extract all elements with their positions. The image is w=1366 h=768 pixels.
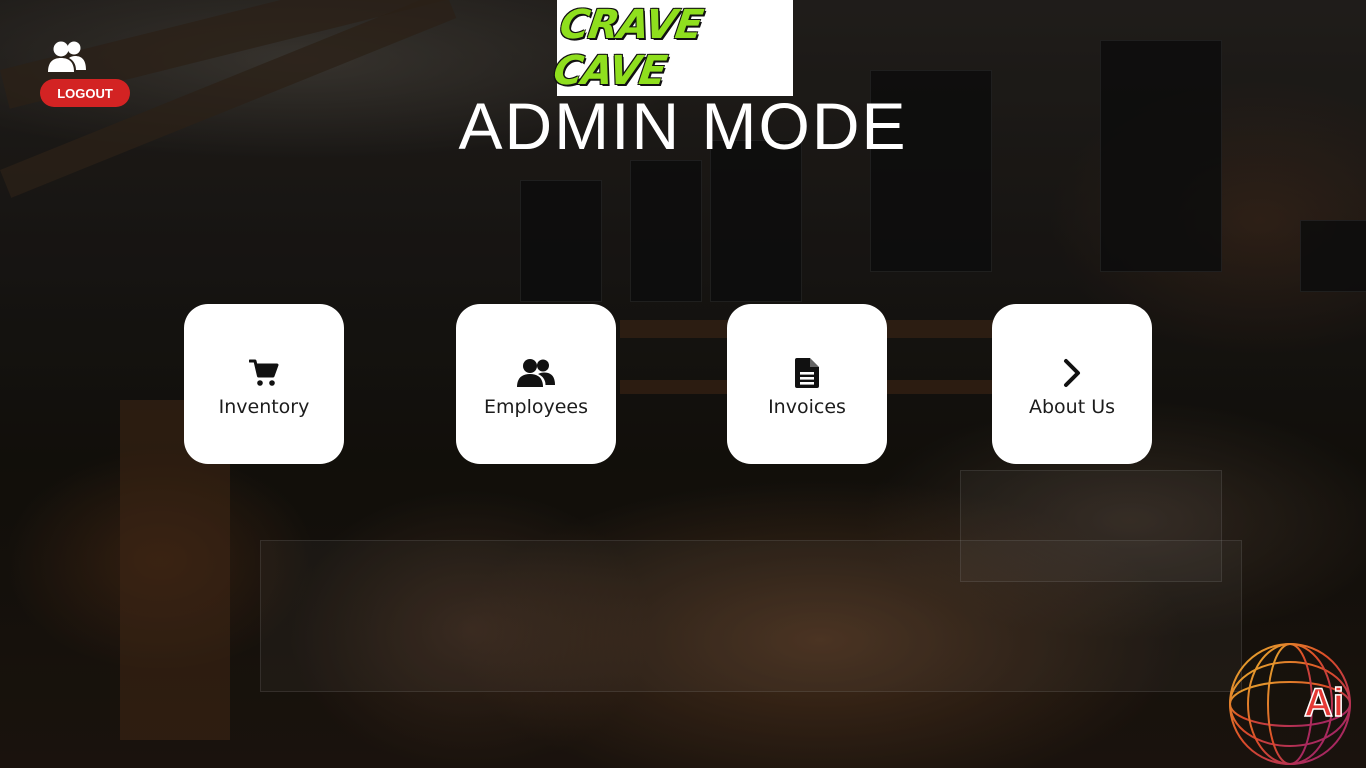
ai-logo-text: Ai (1304, 681, 1344, 725)
logo-text: CRAVE CAVE (550, 2, 706, 94)
employees-label: Employees (484, 396, 588, 418)
users-icon (517, 356, 555, 390)
inventory-label: Inventory (218, 396, 310, 418)
page-title: ADMIN MODE (458, 89, 908, 163)
crave-cave-logo: CRAVE CAVE (551, 0, 793, 96)
chevron-right-icon (1053, 356, 1091, 390)
invoices-label: Invoices (768, 396, 846, 418)
about-us-card[interactable]: About Us (992, 304, 1152, 464)
ai-brand-logo: Ai (1229, 643, 1351, 765)
employees-card[interactable]: Employees (456, 304, 616, 464)
inventory-card[interactable]: Inventory (184, 304, 344, 464)
file-text-icon (788, 356, 826, 390)
users-icon (48, 41, 86, 72)
about-us-label: About Us (1028, 396, 1116, 418)
logout-button[interactable]: LOGOUT (40, 79, 130, 107)
invoices-card[interactable]: Invoices (727, 304, 887, 464)
shopping-cart-icon (245, 356, 283, 390)
